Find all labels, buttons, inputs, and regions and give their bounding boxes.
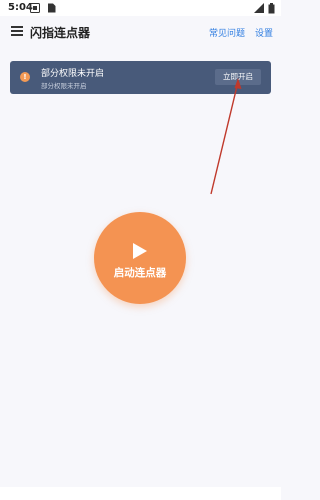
banner-title: 部分权限未开启 bbox=[41, 69, 105, 79]
signal-icon bbox=[254, 3, 264, 13]
permission-banner: ! 部分权限未开启 部分权限未开启 立即开启 bbox=[10, 61, 271, 94]
navigation-bar bbox=[0, 487, 281, 500]
battery-icon bbox=[268, 3, 275, 14]
app-bar: 闪指连点器 常见问题 设置 bbox=[0, 16, 281, 48]
menu-icon[interactable] bbox=[11, 26, 23, 36]
start-clicker-button[interactable]: 启动连点器 bbox=[94, 212, 186, 304]
status-bar: 5:04 bbox=[0, 0, 281, 16]
faq-link[interactable]: 常见问题 bbox=[209, 26, 245, 39]
start-label: 启动连点器 bbox=[113, 267, 167, 279]
settings-link[interactable]: 设置 bbox=[255, 26, 273, 39]
notification-icon bbox=[30, 3, 40, 13]
warning-icon: ! bbox=[20, 72, 30, 82]
sim-card-icon bbox=[48, 3, 56, 13]
play-icon bbox=[133, 243, 147, 259]
enable-now-button[interactable]: 立即开启 bbox=[215, 69, 261, 85]
app-title: 闪指连点器 bbox=[30, 26, 91, 40]
banner-subtitle: 部分权限未开启 bbox=[41, 82, 87, 90]
